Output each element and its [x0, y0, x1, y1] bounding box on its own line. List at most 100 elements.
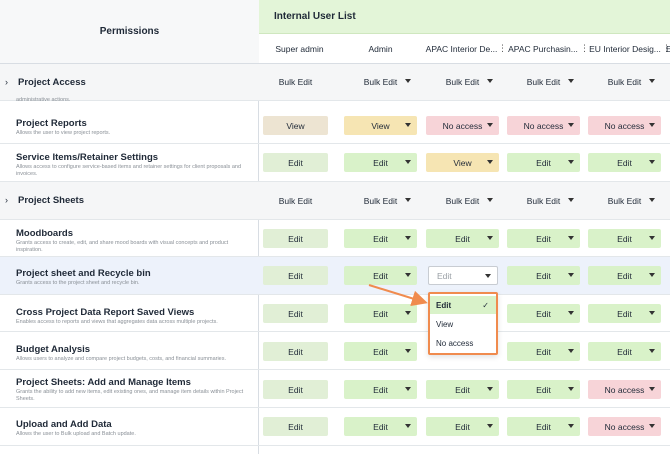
chevron-right-icon[interactable]: ›: [5, 77, 8, 87]
chevron-down-icon: [487, 236, 493, 240]
chevron-down-icon: [405, 79, 411, 83]
chevron-down-icon: [649, 236, 655, 240]
permission-dropdown[interactable]: Edit: [344, 342, 417, 361]
chevron-down-icon: [649, 198, 655, 202]
column-header-apac-purchasing[interactable]: APAC Purchasin...: [503, 34, 583, 64]
chevron-down-icon: [487, 79, 493, 83]
chevron-down-icon: [487, 387, 493, 391]
permission-dropdown[interactable]: View: [426, 153, 499, 172]
permission-dropdown[interactable]: Edit: [507, 304, 580, 323]
permission-dropdown[interactable]: Edit: [344, 380, 417, 399]
bulk-edit-button[interactable]: Bulk Edit: [263, 72, 328, 91]
chevron-down-icon: [649, 79, 655, 83]
permission-dropdown[interactable]: No access: [507, 116, 580, 135]
option-no-access[interactable]: No access: [430, 334, 496, 352]
permission-dropdown[interactable]: Edit: [344, 229, 417, 248]
chevron-down-icon: [405, 424, 411, 428]
row-title: Project sheet and Recycle bin: [16, 268, 151, 279]
permission-dropdown[interactable]: Edit: [344, 304, 417, 323]
row-description: Allows access to configure service-based…: [16, 164, 242, 177]
open-permission-select[interactable]: Edit: [428, 266, 498, 285]
permission-dropdown[interactable]: No access: [426, 116, 499, 135]
chevron-down-icon: [568, 387, 574, 391]
row-description: Allows the user to view project reports.: [16, 130, 111, 136]
permission-cell: Edit: [263, 380, 328, 399]
chevron-down-icon: [487, 123, 493, 127]
permission-cell: Edit: [263, 266, 328, 285]
permission-dropdown[interactable]: Edit: [426, 229, 499, 248]
permission-dropdown[interactable]: Edit: [344, 266, 417, 285]
permission-dropdown[interactable]: No access: [588, 380, 661, 399]
permission-dropdown[interactable]: Edit: [426, 380, 499, 399]
column-headers: Super admin Admin APAC Interior De... ⋮ …: [259, 34, 670, 64]
permission-cell: Edit: [263, 417, 328, 436]
bulk-edit-dropdown[interactable]: Bulk Edit: [588, 72, 661, 91]
bulk-edit-dropdown[interactable]: Bulk Edit: [426, 191, 499, 210]
permission-dropdown[interactable]: Edit: [588, 266, 661, 285]
permission-dropdown[interactable]: Edit: [344, 417, 417, 436]
chevron-down-icon: [568, 79, 574, 83]
row-description: Allows the user to Bulk upload and Batch…: [16, 431, 136, 437]
permission-dropdown[interactable]: Edit: [588, 153, 661, 172]
user-list-header: Internal User List: [259, 0, 670, 34]
chevron-down-icon: [405, 387, 411, 391]
chevron-right-icon[interactable]: ›: [5, 195, 8, 205]
chevron-down-icon: [568, 198, 574, 202]
permission-dropdown[interactable]: Edit: [426, 417, 499, 436]
column-header-e[interactable]: E: [666, 34, 670, 64]
row-title: Upload and Add Data: [16, 419, 112, 430]
bulk-edit-dropdown[interactable]: Bulk Edit: [426, 72, 499, 91]
permission-dropdown[interactable]: Edit: [588, 342, 661, 361]
permission-dropdown[interactable]: No access: [588, 417, 661, 436]
permission-dropdown[interactable]: Edit: [507, 266, 580, 285]
chevron-down-icon: [568, 311, 574, 315]
chevron-down-icon: [649, 349, 655, 353]
column-header-eu-interior[interactable]: EU Interior Desig...: [585, 34, 665, 64]
chevron-down-icon: [487, 424, 493, 428]
chevron-down-icon: [405, 123, 411, 127]
row-title: Budget Analysis: [16, 344, 91, 355]
permission-dropdown[interactable]: View: [344, 116, 417, 135]
permission-cell: Edit: [263, 229, 328, 248]
column-header-super-admin[interactable]: Super admin: [259, 34, 340, 64]
permission-options-menu: Edit ✓ View No access: [428, 292, 498, 355]
permission-dropdown[interactable]: Edit: [507, 380, 580, 399]
column-header-apac-interior[interactable]: APAC Interior De...: [421, 34, 502, 64]
row-description: Enables access to reports and views that…: [16, 319, 218, 325]
permission-cell: Edit: [263, 153, 328, 172]
permission-dropdown[interactable]: Edit: [507, 417, 580, 436]
row-title: Project Sheets: Add and Manage Items: [16, 377, 191, 388]
chevron-down-icon: [487, 160, 493, 164]
bulk-edit-button[interactable]: Bulk Edit: [263, 191, 328, 210]
permission-dropdown[interactable]: No access: [588, 116, 661, 135]
chevron-down-icon: [649, 311, 655, 315]
option-view[interactable]: View: [430, 315, 496, 333]
chevron-down-icon: [485, 274, 491, 278]
chevron-down-icon: [405, 311, 411, 315]
chevron-down-icon: [405, 160, 411, 164]
row-title: Service Items/Retainer Settings: [16, 152, 159, 163]
permission-dropdown[interactable]: Edit: [507, 153, 580, 172]
chevron-down-icon: [568, 123, 574, 127]
chevron-down-icon: [405, 273, 411, 277]
chevron-down-icon: [568, 349, 574, 353]
permission-dropdown[interactable]: Edit: [588, 304, 661, 323]
chevron-down-icon: [649, 273, 655, 277]
permission-dropdown[interactable]: Edit: [588, 229, 661, 248]
permission-dropdown[interactable]: Edit: [507, 342, 580, 361]
chevron-down-icon: [405, 236, 411, 240]
bulk-edit-dropdown[interactable]: Bulk Edit: [588, 191, 661, 210]
bulk-edit-dropdown[interactable]: Bulk Edit: [344, 72, 417, 91]
chevron-down-icon: [649, 424, 655, 428]
bulk-edit-dropdown[interactable]: Bulk Edit: [344, 191, 417, 210]
chevron-down-icon: [568, 273, 574, 277]
permission-dropdown[interactable]: Edit: [507, 229, 580, 248]
permission-dropdown[interactable]: Edit: [344, 153, 417, 172]
row-description: Grants access to create, edit, and share…: [16, 240, 229, 253]
bulk-edit-dropdown[interactable]: Bulk Edit: [507, 191, 580, 210]
column-header-admin[interactable]: Admin: [340, 34, 421, 64]
chevron-down-icon: [568, 424, 574, 428]
bulk-edit-dropdown[interactable]: Bulk Edit: [507, 72, 580, 91]
option-edit[interactable]: Edit ✓: [430, 296, 496, 314]
section-title: Project Sheets: [18, 195, 84, 206]
